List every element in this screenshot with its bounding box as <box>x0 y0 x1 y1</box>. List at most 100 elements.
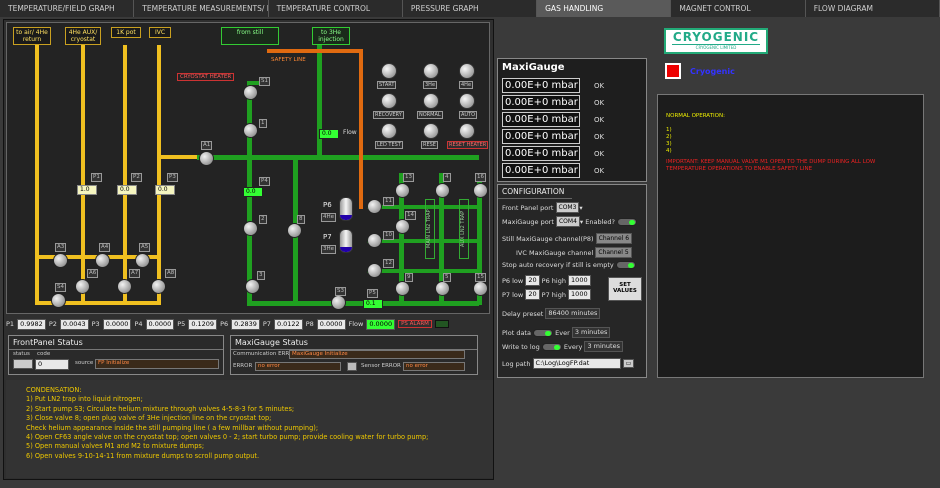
logpath-label: Log path <box>502 359 531 368</box>
cryostat-heater-label: CRYOSTAT HEATER <box>177 73 235 81</box>
p8-readout: 0.0000 <box>316 318 346 330</box>
valve-s3[interactable] <box>331 295 346 310</box>
plot-toggle[interactable] <box>533 328 554 337</box>
normal-step: 4) <box>666 148 672 154</box>
valve-a7[interactable] <box>117 279 132 294</box>
reset-button[interactable] <box>423 123 439 139</box>
valve-15[interactable] <box>473 281 488 296</box>
valve-a8[interactable] <box>151 279 166 294</box>
valve-label: S3 <box>335 287 346 296</box>
maxigauge-reading: 0.00E+0 mbar <box>502 129 580 144</box>
valve-14[interactable] <box>395 219 410 234</box>
folder-icon[interactable]: ▭ <box>622 359 635 368</box>
stop-auto-toggle[interactable] <box>615 261 636 269</box>
p7-label: P7 <box>323 233 332 241</box>
tab-gas-handling[interactable]: GAS HANDLING <box>537 0 672 17</box>
valve-a1[interactable] <box>199 151 214 166</box>
valve-1[interactable] <box>243 123 258 138</box>
chevron-down-icon[interactable]: ▾ <box>580 218 583 226</box>
valve-12[interactable] <box>367 263 382 278</box>
valve-label: 15 <box>475 273 486 282</box>
valve-10[interactable] <box>367 233 382 248</box>
p7-low-input[interactable]: 20 <box>525 289 540 300</box>
valve-2[interactable] <box>243 221 258 236</box>
maxigauge-status-ok: OK <box>594 98 605 107</box>
valve-9[interactable] <box>395 281 410 296</box>
valve-label: 1 <box>259 119 267 128</box>
maxigauge-reading: 0.00E+0 mbar <box>502 112 580 127</box>
p4-name: P4 <box>134 320 143 328</box>
p7-name: P7 <box>262 320 271 328</box>
normal-steps: 1) 2) 3) 4) <box>666 127 672 155</box>
led-test-button[interactable] <box>381 123 397 139</box>
valve-5[interactable] <box>435 281 450 296</box>
plot-label: Plot data <box>502 328 531 337</box>
code-field: 0 <box>35 359 69 370</box>
tab-flow-diagram[interactable]: FLOW DIAGRAM <box>805 0 940 17</box>
valve-label: 10 <box>383 231 394 240</box>
valve-label: 4 <box>443 173 451 182</box>
valve-label: 16 <box>475 173 486 182</box>
set-values-button[interactable]: SET VALUES <box>608 277 642 301</box>
recovery-button[interactable] <box>381 93 397 109</box>
normal-operation-title: NORMAL OPERATION: <box>666 113 725 119</box>
tab-temperature-field-graph[interactable]: TEMPERATURE/FIELD GRAPH <box>0 0 135 17</box>
valve-16[interactable] <box>473 183 488 198</box>
still-channel-select[interactable]: Channel 6 <box>595 233 633 244</box>
p7-high-input[interactable]: 1000 <box>568 289 591 300</box>
tab-temperature-control[interactable]: TEMPERATURE CONTROL <box>268 0 403 17</box>
front-panel-port-label: Front Panel port <box>502 203 554 212</box>
tab-temperature-measurements[interactable]: TEMPERATURE MEASUREMENTS/ LOGGING <box>134 0 269 17</box>
condensation-line: 2) Start pump S3; Circulate helium mixtu… <box>26 404 295 413</box>
delay-input[interactable]: 86400 minutes <box>545 308 601 319</box>
valve-3[interactable] <box>245 279 260 294</box>
auto-button[interactable] <box>459 93 475 109</box>
reset-heater-button[interactable] <box>459 123 475 139</box>
maxigauge-reading: 0.00E+0 mbar <box>502 146 580 161</box>
p5-readout: 0.1209 <box>188 318 218 330</box>
tab-magnet-control[interactable]: MAGNET CONTROL <box>671 0 806 17</box>
p5-name: P5 <box>177 320 186 328</box>
valve-a6[interactable] <box>75 279 90 294</box>
normal-step: 1) <box>666 127 672 133</box>
maxigauge-port-select[interactable]: COM4 <box>555 216 580 227</box>
condensation-instructions: CONDENSATION: 1) Put LN2 trap into liqui… <box>6 380 493 478</box>
valve-label: A8 <box>165 269 177 278</box>
log-every-input[interactable]: 3 minutes <box>584 341 623 352</box>
start-button[interactable] <box>381 63 397 79</box>
ivc-channel-select[interactable]: Channel 5 <box>595 247 632 258</box>
3he-button[interactable] <box>423 63 439 79</box>
chevron-down-icon[interactable]: ▾ <box>579 204 582 212</box>
reset-heater-label: RESET HEATER <box>447 141 489 149</box>
valve-a3[interactable] <box>53 253 68 268</box>
valve-13[interactable] <box>395 183 410 198</box>
valve-a4[interactable] <box>95 253 110 268</box>
valve-s4[interactable] <box>51 293 66 308</box>
log-toggle[interactable] <box>541 342 562 351</box>
valve-label: S1 <box>259 77 270 86</box>
enabled-toggle[interactable] <box>617 217 638 226</box>
label-from-still: from still <box>221 27 279 45</box>
p6-label: P6 <box>323 201 332 209</box>
valve-a5[interactable] <box>135 253 150 268</box>
tab-pressure-graph[interactable]: PRESSURE GRAPH <box>402 0 538 17</box>
valve-s1[interactable] <box>243 85 258 100</box>
cryogenic-logo: CRYOGENIC CRYOGENIC LIMITED <box>664 28 768 54</box>
4he-button[interactable] <box>459 63 475 79</box>
p6-high-input[interactable]: 1000 <box>568 275 591 286</box>
valve-11[interactable] <box>367 199 382 214</box>
plot-every-input[interactable]: 3 minutes <box>571 327 611 338</box>
label-to-3he-injection: to 3He injection <box>312 27 350 45</box>
condensation-line: 4) Open CF63 angle valve on the cryostat… <box>26 433 429 442</box>
valve-4[interactable] <box>435 183 450 198</box>
logpath-input[interactable]: C:\Log\LogFP.dat <box>532 358 621 369</box>
maxigauge-status-ok: OK <box>594 149 605 158</box>
p6-low-input[interactable]: 20 <box>525 275 540 286</box>
logo-subtext: CRYOGENIC LIMITED <box>672 44 760 50</box>
normal-button[interactable] <box>423 93 439 109</box>
log-every-label: Every <box>563 342 583 351</box>
cryogenic-emblem-icon <box>665 63 681 79</box>
safety-line-pipe <box>359 49 363 209</box>
front-panel-port-select[interactable]: COM3 <box>555 202 580 213</box>
valve-8[interactable] <box>287 223 302 238</box>
